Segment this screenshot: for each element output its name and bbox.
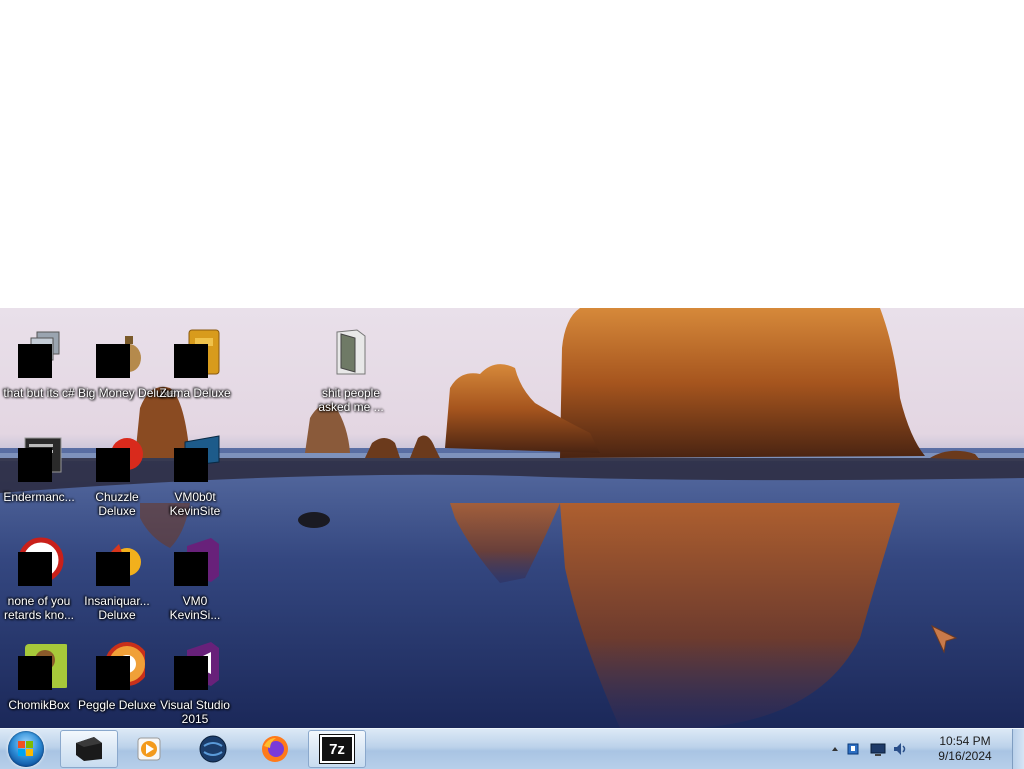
desktop-icon-label: Endermanc...: [3, 490, 75, 504]
desktop-icon-label: Peggle Deluxe: [78, 698, 157, 712]
redacted-block: [174, 552, 208, 586]
show-desktop-button[interactable]: [1012, 729, 1024, 769]
black-box-icon: [76, 737, 102, 761]
media-player-icon: [137, 737, 161, 761]
desktop-icon-that-but-its-csharp[interactable]: that but its c#: [0, 318, 78, 414]
redacted-block: [96, 344, 130, 378]
taskbar-button-terminal[interactable]: [60, 730, 118, 768]
desktop-icon-label: VM0b0t KevinSite: [169, 490, 221, 518]
taskbar-button-media-player[interactable]: [120, 730, 178, 768]
taskbar-button-globe[interactable]: [184, 730, 242, 768]
redacted-block: [18, 344, 52, 378]
desktop-icon-label: that but its c#: [3, 386, 75, 400]
desktop-icon-label: Chuzzle Deluxe: [95, 490, 139, 518]
redacted-block: [174, 448, 208, 482]
volume-icon[interactable]: [892, 741, 908, 757]
desktop[interactable]: that but its c# Big Money Deluxe Zuma De…: [0, 308, 1024, 728]
desktop-icon-vm0b0t-kevinsite[interactable]: VM0b0t KevinSite: [156, 422, 234, 518]
desktop-icon-endermanch[interactable]: Endermanc...: [0, 422, 78, 518]
desktop-icon-insaniquarium-deluxe[interactable]: Insaniquar... Deluxe: [78, 526, 156, 622]
desktop-icon-label: ChomikBox: [8, 698, 70, 712]
taskbar-button-firefox[interactable]: [246, 730, 304, 768]
desktop-icon-folder[interactable]: shit people asked me ...: [312, 318, 390, 414]
desktop-icon-label: Insaniquar... Deluxe: [84, 594, 150, 622]
redacted-block: [18, 656, 52, 690]
7z-label: 7z: [329, 740, 345, 758]
system-tray: 10:54 PM 9/16/2024: [830, 729, 1010, 769]
taskbar-button-7zip[interactable]: 7z: [308, 730, 366, 768]
desktop-icon-chomikbox[interactable]: ChomikBox: [0, 630, 78, 726]
taskbar: 7z 10:54 PM 9/16/2024: [0, 728, 1024, 769]
desktop-icon-peggle-deluxe[interactable]: Peggle Deluxe: [78, 630, 156, 726]
desktop-icon-zuma-deluxe[interactable]: Zuma Deluxe: [156, 318, 234, 414]
redacted-block: [96, 448, 130, 482]
7z-icon: 7z: [319, 734, 355, 764]
desktop-icon-none-of-you[interactable]: none of you retards kno...: [0, 526, 78, 622]
folder-icon: [336, 329, 366, 375]
redacted-block: [18, 448, 52, 482]
desktop-icon-label: Big Money Deluxe: [78, 386, 176, 400]
firefox-icon: [262, 736, 288, 762]
start-button[interactable]: [4, 730, 48, 768]
desktop-icon-vm0-kevinsite[interactable]: VM0 KevinSi...: [156, 526, 234, 622]
redacted-block: [96, 552, 130, 586]
globe-icon: [199, 735, 227, 763]
desktop-icon-label: none of you retards kno...: [3, 594, 75, 622]
redacted-block: [174, 656, 208, 690]
display-icon[interactable]: [870, 741, 886, 757]
desktop-icon-visual-studio-2015[interactable]: Visual Studio 2015: [156, 630, 234, 726]
desktop-icon-label: Zuma Deluxe: [159, 386, 231, 400]
desktop-icon-big-money-deluxe[interactable]: Big Money Deluxe: [78, 318, 176, 414]
show-hidden-icons-chevron[interactable]: [830, 741, 840, 757]
windows-logo-icon: [8, 731, 44, 767]
desktop-icon-label: shit people asked me ...: [318, 386, 384, 414]
desktop-icon-chuzzle-deluxe[interactable]: Chuzzle Deluxe: [78, 422, 156, 518]
clock-date: 9/16/2024: [938, 749, 992, 763]
desktop-icon-label: VM0 KevinSi...: [169, 594, 221, 622]
redacted-block: [18, 552, 52, 586]
desktop-icon-label: Visual Studio 2015: [160, 698, 230, 726]
network-icon[interactable]: [846, 741, 862, 757]
redacted-block: [96, 656, 130, 690]
redacted-block: [174, 344, 208, 378]
clock-time: 10:54 PM: [939, 734, 991, 748]
clock[interactable]: 10:54 PM 9/16/2024: [930, 734, 1000, 764]
